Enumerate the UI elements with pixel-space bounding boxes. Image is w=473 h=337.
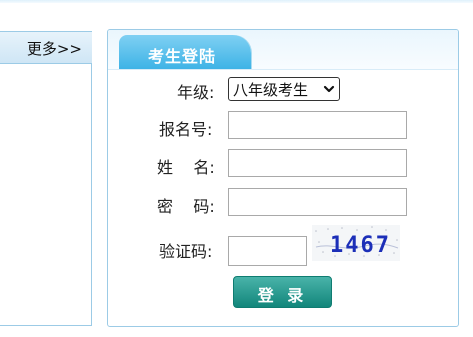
grade-label: 年级: xyxy=(177,83,215,102)
news-panel: 更多>> xyxy=(0,31,92,326)
captcha-label: 验证码: xyxy=(159,242,213,261)
login-tab-title: 考生登陆 xyxy=(148,47,217,66)
registration-number-input[interactable] xyxy=(228,111,407,139)
login-panel-header: 考生登陆 xyxy=(108,30,458,70)
more-link[interactable]: 更多>> xyxy=(27,38,82,59)
captcha-input[interactable] xyxy=(228,236,307,266)
password-label: 密 码: xyxy=(157,197,215,216)
login-page: 更多>> 考生登陆 年级: 八年级考生 报名号: 姓 名: 密 码: 验证码: xyxy=(0,0,473,337)
registration-label: 报名号: xyxy=(159,120,213,139)
captcha-image[interactable]: 1467 xyxy=(312,225,400,261)
login-tab: 考生登陆 xyxy=(119,35,251,69)
name-label: 姓 名: xyxy=(157,158,215,177)
news-panel-header: 更多>> xyxy=(0,31,92,64)
login-button[interactable]: 登 录 xyxy=(233,276,332,308)
grade-select[interactable]: 八年级考生 xyxy=(228,77,340,101)
top-border xyxy=(0,0,473,3)
login-button-label: 登 录 xyxy=(257,286,308,305)
captcha-text: 1467 xyxy=(330,233,391,258)
name-input[interactable] xyxy=(228,149,407,177)
chevron-down-icon xyxy=(323,85,335,93)
grade-select-value: 八年级考生 xyxy=(233,81,309,99)
password-input[interactable] xyxy=(228,188,407,216)
